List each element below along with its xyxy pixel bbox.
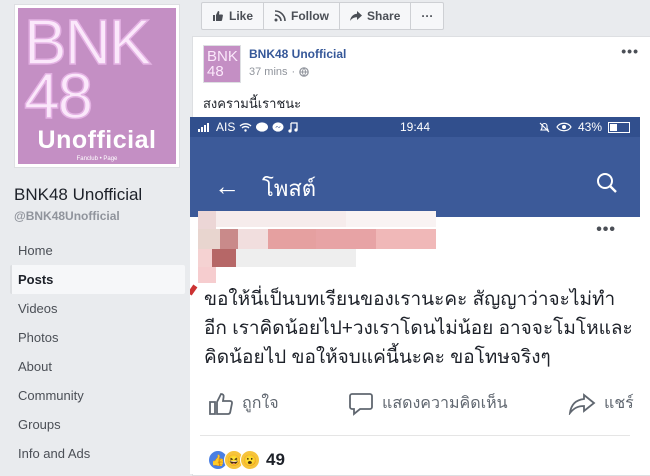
music-note-icon <box>288 121 298 133</box>
avatar-48-text: 48 <box>207 63 224 80</box>
page-name: BNK48 Unofficial <box>14 185 143 204</box>
nav-item-videos[interactable]: Videos <box>10 294 185 323</box>
pixel-block <box>376 229 436 249</box>
screenshot-share-button: แชร์ <box>568 391 634 416</box>
bell-muted-icon <box>539 122 550 132</box>
carrier-name: AIS <box>216 120 236 134</box>
screenshot-post-options: ••• <box>596 221 616 238</box>
post-text: สงครามนี้เราชนะ <box>203 96 302 111</box>
screen-title: โพสต์ <box>262 176 317 201</box>
share-arrow-icon <box>350 11 363 21</box>
red-mark <box>190 284 198 296</box>
pixel-block <box>198 267 216 283</box>
nav-item-home[interactable]: Home <box>10 236 185 265</box>
share-page-button[interactable]: Share <box>340 3 412 29</box>
pixel-block <box>316 229 376 249</box>
screenshot-like-button: ถูกใจ <box>208 391 348 416</box>
logo-unofficial-text: Unofficial <box>37 126 157 154</box>
wifi-icon <box>239 123 252 132</box>
pixel-block <box>198 249 212 267</box>
avatar-bnk-text: BNK <box>207 48 238 65</box>
logo-sub-text: Fanclub • Page <box>76 156 118 162</box>
page-nav: Home Posts Videos Photos About Community… <box>10 236 185 468</box>
page-handle: @BNK48Unofficial <box>14 209 120 223</box>
post-options-button[interactable]: ••• <box>621 43 639 59</box>
status-right: 43% <box>539 120 630 134</box>
pixel-block <box>216 211 346 227</box>
search-icon[interactable] <box>596 172 618 194</box>
logo-48-text: 48 <box>23 60 94 132</box>
screenshot-share-label: แชร์ <box>604 395 634 412</box>
comment-bubble-icon <box>349 392 373 416</box>
back-arrow-icon[interactable]: ← <box>214 173 240 199</box>
pixel-block <box>238 229 268 249</box>
post-timestamp[interactable]: 37 mins <box>249 66 288 78</box>
eye-icon <box>556 122 572 132</box>
wow-reaction-icon: 😮 <box>240 450 260 470</box>
divider <box>200 435 630 436</box>
nav-item-about[interactable]: About <box>10 352 185 381</box>
screenshot-comment-label: แสดงความคิดเห็น <box>382 395 508 412</box>
thumbs-up-icon <box>213 11 223 21</box>
line-app-icon <box>256 121 269 132</box>
pixel-block <box>268 229 316 249</box>
follow-button[interactable]: Follow <box>264 3 341 29</box>
page-profile-picture[interactable]: BNK 48 Unofficial Fanclub • Page <box>14 4 180 168</box>
screenshot-like-label: ถูกใจ <box>242 395 279 412</box>
pixel-block <box>198 229 220 249</box>
messenger-icon <box>272 121 284 132</box>
post-meta: 37 mins · <box>249 66 310 78</box>
mobile-app-bar: ← โพสต์ <box>190 137 640 217</box>
follow-label: Follow <box>291 9 330 23</box>
nav-item-posts[interactable]: Posts <box>10 265 185 294</box>
nav-item-photos[interactable]: Photos <box>10 323 185 352</box>
post-meta-separator: · <box>291 66 296 78</box>
post-author-name[interactable]: BNK48 Unofficial <box>249 47 346 61</box>
screenshot-action-row: ถูกใจ แสดงความคิดเห็น แชร์ <box>208 391 638 416</box>
post-author-avatar[interactable]: BNK 48 <box>203 45 241 83</box>
share-label: Share <box>367 9 401 23</box>
screenshot-post-body: ขอให้นี่เป็นบทเรียนของเรานะคะ สัญญาว่าจะ… <box>204 289 633 368</box>
like-label: Like <box>229 9 254 23</box>
status-left: AIS <box>198 120 298 134</box>
battery-icon <box>608 121 630 133</box>
nav-item-groups[interactable]: Groups <box>10 410 185 439</box>
nav-item-info-and-ads[interactable]: Info and Ads <box>10 439 185 468</box>
like-page-button[interactable]: Like <box>202 3 265 29</box>
pixel-block <box>212 249 236 267</box>
phone-status-bar: AIS 19:44 43% <box>190 117 640 137</box>
screenshot-comment-button: แสดงความคิดเห็น <box>348 391 568 416</box>
battery-percent: 43% <box>577 120 602 134</box>
reaction-summary: 👍 😆 😮 49 <box>208 450 285 470</box>
nav-item-community[interactable]: Community <box>10 381 185 410</box>
globe-icon <box>299 67 310 77</box>
pixel-block <box>236 249 356 267</box>
pixel-block <box>198 211 216 229</box>
reaction-count: 49 <box>266 450 285 469</box>
pixel-block <box>346 211 436 227</box>
left-sidebar: BNK 48 Unofficial Fanclub • Page BNK48 U… <box>0 0 190 474</box>
signal-icon <box>198 123 209 132</box>
share-arrow-icon <box>568 392 596 415</box>
rss-icon <box>274 10 286 22</box>
page-action-bar: Like Follow Share ··· <box>201 2 445 30</box>
more-options-button[interactable]: ··· <box>411 3 443 29</box>
bnk48-logo: BNK 48 Unofficial Fanclub • Page <box>18 8 176 164</box>
pixel-block <box>220 229 238 249</box>
clock-time: 19:44 <box>400 120 431 134</box>
embedded-screenshot[interactable]: AIS 19:44 43% ← โพสต์ ••• ขอให้นี่เป็นบท… <box>190 117 640 474</box>
thumbs-up-icon <box>209 392 233 415</box>
